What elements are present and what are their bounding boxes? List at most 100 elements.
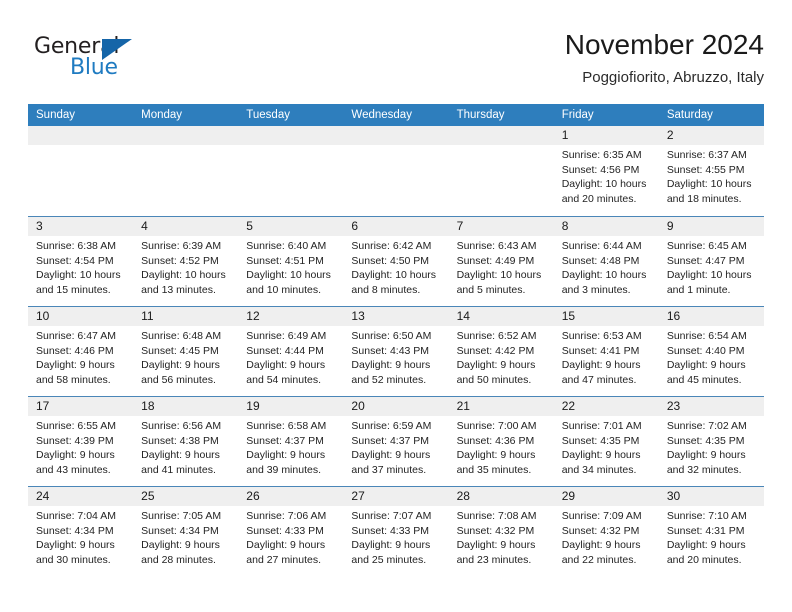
day-details: Sunrise: 7:02 AM Sunset: 4:35 PM Daylight:… (659, 416, 764, 477)
day-detail-line: Daylight: 9 hours (36, 449, 115, 462)
calendar-day-cell[interactable]: 15 Sunrise: 6:53 AM Sunset: 4:41 PM Dayligh… (553, 307, 659, 396)
day-number (238, 126, 344, 145)
day-detail-line: Sunrise: 7:07 AM (351, 510, 432, 522)
day-detail-line: Sunrise: 7:00 AM (456, 420, 537, 432)
day-detail-line: Sunrise: 6:42 AM (351, 240, 432, 252)
day-detail-line: Sunrise: 6:39 AM (141, 240, 222, 252)
day-detail-line: Sunset: 4:45 PM (141, 344, 219, 357)
brand-logo[interactable]: General Blue (34, 34, 214, 90)
day-detail-line: Sunrise: 6:35 AM (561, 149, 642, 161)
day-detail-line: Daylight: 9 hours (36, 359, 115, 372)
day-detail-line: Daylight: 9 hours (246, 539, 326, 552)
day-detail-line: and 54 minutes. (246, 373, 321, 386)
day-number: 3 (28, 217, 134, 236)
day-detail-line: Daylight: 9 hours (351, 359, 431, 372)
day-detail-line: Daylight: 9 hours (36, 539, 115, 552)
day-details: Sunrise: 6:44 AM Sunset: 4:48 PM Daylight:… (554, 236, 659, 297)
day-number: 13 (343, 307, 449, 326)
calendar-day-cell-empty (238, 126, 344, 216)
calendar-day-cell[interactable]: 27 Sunrise: 7:07 AM Sunset: 4:33 PM Dayligh… (343, 487, 449, 576)
day-details: Sunrise: 6:45 AM Sunset: 4:47 PM Daylight:… (659, 236, 764, 297)
day-detail-line: Daylight: 9 hours (561, 359, 641, 372)
calendar-day-cell[interactable]: 6 Sunrise: 6:42 AM Sunset: 4:50 PM Daylight… (343, 217, 449, 306)
calendar-day-cell[interactable]: 19 Sunrise: 6:58 AM Sunset: 4:37 PM Dayligh… (238, 397, 344, 486)
day-detail-line: Sunrise: 6:56 AM (141, 420, 222, 432)
calendar-day-cell[interactable]: 29 Sunrise: 7:09 AM Sunset: 4:32 PM Dayligh… (553, 487, 659, 576)
calendar-day-cell[interactable]: 28 Sunrise: 7:08 AM Sunset: 4:32 PM Dayligh… (448, 487, 554, 576)
day-details: Sunrise: 7:01 AM Sunset: 4:35 PM Daylight:… (554, 416, 659, 477)
calendar-day-cell-empty (133, 126, 239, 216)
day-detail-line: Daylight: 10 hours (561, 178, 647, 191)
calendar-day-cell[interactable]: 1 Sunrise: 6:35 AM Sunset: 4:56 PM Daylight… (553, 126, 659, 216)
calendar-day-cell[interactable]: 30 Sunrise: 7:10 AM Sunset: 4:31 PM Dayligh… (658, 487, 764, 576)
day-details: Sunrise: 7:04 AM Sunset: 4:34 PM Daylight:… (28, 506, 133, 567)
day-number (133, 126, 239, 145)
calendar-day-cell[interactable]: 11 Sunrise: 6:48 AM Sunset: 4:45 PM Dayligh… (133, 307, 239, 396)
weekday-header-sunday: Sunday (36, 109, 76, 121)
day-details: Sunrise: 6:59 AM Sunset: 4:37 PM Daylight:… (343, 416, 448, 477)
calendar-day-cell[interactable]: 23 Sunrise: 7:02 AM Sunset: 4:35 PM Dayligh… (658, 397, 764, 486)
calendar-week-row: 24 Sunrise: 7:04 AM Sunset: 4:34 PM Dayligh… (28, 486, 764, 576)
day-detail-line: Sunset: 4:34 PM (36, 524, 114, 537)
day-number: 7 (448, 217, 554, 236)
day-details: Sunrise: 7:10 AM Sunset: 4:31 PM Daylight:… (659, 506, 764, 567)
calendar-day-cell[interactable]: 18 Sunrise: 6:56 AM Sunset: 4:38 PM Dayligh… (133, 397, 239, 486)
calendar-week-row: 10 Sunrise: 6:47 AM Sunset: 4:46 PM Dayligh… (28, 306, 764, 396)
weekday-header-friday: Friday (561, 109, 594, 121)
day-details: Sunrise: 6:43 AM Sunset: 4:49 PM Daylight:… (449, 236, 554, 297)
day-detail-line: and 25 minutes. (351, 553, 427, 566)
day-detail-line: and 52 minutes. (351, 373, 427, 386)
calendar-day-cell[interactable]: 20 Sunrise: 6:59 AM Sunset: 4:37 PM Dayligh… (343, 397, 449, 486)
day-number: 15 (553, 307, 659, 326)
day-detail-line: Sunrise: 6:58 AM (246, 420, 327, 432)
calendar-day-cell[interactable]: 12 Sunrise: 6:49 AM Sunset: 4:44 PM Dayligh… (238, 307, 344, 396)
day-details (28, 145, 133, 148)
day-details (133, 145, 238, 148)
day-detail-line: Sunrise: 6:45 AM (666, 240, 747, 252)
calendar-day-cell[interactable]: 9 Sunrise: 6:45 AM Sunset: 4:47 PM Daylight… (658, 217, 764, 306)
day-detail-line: Daylight: 9 hours (561, 449, 641, 462)
day-detail-line: Sunrise: 7:08 AM (456, 510, 537, 522)
calendar-day-cell[interactable]: 13 Sunrise: 6:50 AM Sunset: 4:43 PM Dayligh… (343, 307, 449, 396)
calendar-day-cell[interactable]: 7 Sunrise: 6:43 AM Sunset: 4:49 PM Daylight… (448, 217, 554, 306)
calendar-day-cell[interactable]: 2 Sunrise: 6:37 AM Sunset: 4:55 PM Daylight… (658, 126, 764, 216)
calendar-day-cell[interactable]: 14 Sunrise: 6:52 AM Sunset: 4:42 PM Dayligh… (448, 307, 554, 396)
calendar-day-cell-empty (28, 126, 134, 216)
calendar-day-cell[interactable]: 5 Sunrise: 6:40 AM Sunset: 4:51 PM Daylight… (238, 217, 344, 306)
day-detail-line: and 45 minutes. (666, 373, 742, 386)
day-detail-line: and 20 minutes. (561, 192, 637, 205)
calendar-day-cell[interactable]: 24 Sunrise: 7:04 AM Sunset: 4:34 PM Dayligh… (28, 487, 134, 576)
day-detail-line: Daylight: 9 hours (351, 539, 431, 552)
calendar-day-cell[interactable]: 4 Sunrise: 6:39 AM Sunset: 4:52 PM Daylight… (133, 217, 239, 306)
day-detail-line: Sunset: 4:48 PM (561, 254, 640, 267)
day-details (238, 145, 343, 148)
day-details: Sunrise: 7:07 AM Sunset: 4:33 PM Daylight:… (343, 506, 448, 567)
day-detail-line: and 27 minutes. (246, 553, 321, 566)
day-detail-line: Sunset: 4:47 PM (666, 254, 745, 267)
day-number: 18 (133, 397, 239, 416)
day-detail-line: Sunrise: 7:10 AM (666, 510, 747, 522)
day-detail-line: Daylight: 9 hours (561, 539, 641, 552)
calendar-day-cell[interactable]: 25 Sunrise: 7:05 AM Sunset: 4:34 PM Dayligh… (133, 487, 239, 576)
calendar-day-cell[interactable]: 16 Sunrise: 6:54 AM Sunset: 4:40 PM Dayligh… (658, 307, 764, 396)
calendar-day-cell[interactable]: 10 Sunrise: 6:47 AM Sunset: 4:46 PM Dayligh… (28, 307, 134, 396)
day-details: Sunrise: 6:58 AM Sunset: 4:37 PM Daylight:… (238, 416, 343, 477)
day-detail-line: Sunset: 4:37 PM (246, 434, 324, 447)
day-detail-line: and 8 minutes. (351, 283, 421, 296)
calendar-day-cell[interactable]: 22 Sunrise: 7:01 AM Sunset: 4:35 PM Dayligh… (553, 397, 659, 486)
day-number: 16 (658, 307, 764, 326)
calendar-day-cell[interactable]: 21 Sunrise: 7:00 AM Sunset: 4:36 PM Dayligh… (448, 397, 554, 486)
calendar-day-cell[interactable]: 8 Sunrise: 6:44 AM Sunset: 4:48 PM Daylight… (553, 217, 659, 306)
calendar-day-cell[interactable]: 26 Sunrise: 7:06 AM Sunset: 4:33 PM Dayligh… (238, 487, 344, 576)
day-details: Sunrise: 6:53 AM Sunset: 4:41 PM Daylight:… (554, 326, 659, 387)
calendar-day-cell[interactable]: 3 Sunrise: 6:38 AM Sunset: 4:54 PM Daylight… (28, 217, 134, 306)
day-detail-line: Sunrise: 7:05 AM (141, 510, 222, 522)
day-detail-line: Sunset: 4:55 PM (666, 163, 745, 176)
day-detail-line: Sunrise: 6:40 AM (246, 240, 327, 252)
calendar-day-cell[interactable]: 17 Sunrise: 6:55 AM Sunset: 4:39 PM Dayligh… (28, 397, 134, 486)
weekday-header-tuesday: Tuesday (246, 109, 290, 121)
day-details (449, 145, 554, 148)
title-block: November 2024 Poggiofiorito, Abruzzo, It… (565, 28, 764, 89)
day-detail-line: and 3 minutes. (561, 283, 631, 296)
day-detail-line: Daylight: 9 hours (456, 449, 536, 462)
